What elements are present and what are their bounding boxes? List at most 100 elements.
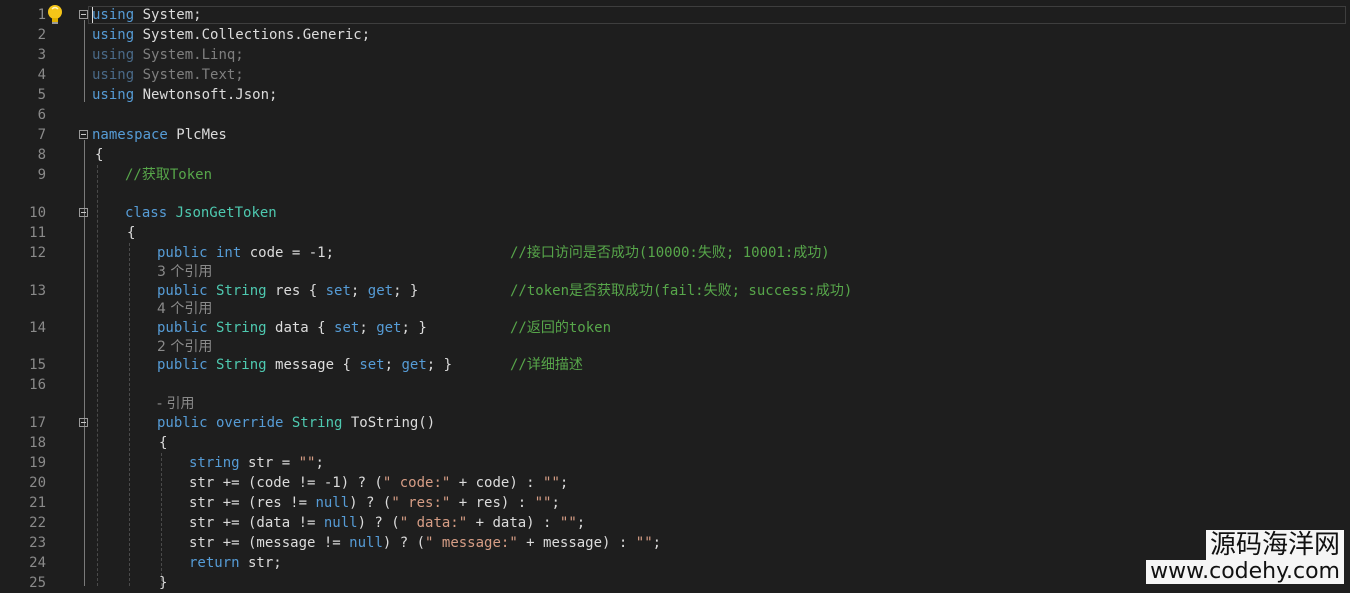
keyword: set	[325, 283, 351, 299]
keyword: null	[323, 515, 358, 531]
string-literal: " code:"	[382, 475, 451, 491]
keyword: get	[401, 357, 427, 373]
code-text: Newtonsoft.Json;	[134, 87, 278, 103]
keyword: override	[207, 415, 284, 431]
code-line-17[interactable]: public override String ToString()	[157, 413, 435, 433]
codelens-references[interactable]: 2 个引用	[157, 338, 212, 356]
code-text: str =	[239, 455, 299, 471]
code-text: str += (res !=	[189, 495, 316, 511]
line-number: 1	[37, 7, 46, 23]
line-number: 4	[37, 67, 46, 83]
line-number: 14	[29, 320, 46, 336]
code-line-20[interactable]: str += (code != -1) ? (" code:" + code) …	[189, 473, 568, 493]
line-number: 10	[29, 205, 46, 221]
keyword: public	[157, 415, 208, 431]
collapse-minus-icon[interactable]	[79, 130, 88, 139]
line-number: 18	[29, 435, 46, 451]
line-number: 23	[29, 535, 46, 551]
line-number: 16	[29, 377, 46, 393]
keyword: int	[207, 245, 242, 261]
code-line-8[interactable]: {	[95, 145, 103, 165]
code-line-10[interactable]: class JsonGetToken	[125, 203, 277, 223]
keyword: using	[92, 7, 135, 23]
code-text: + code) :	[450, 475, 544, 491]
code-line-25[interactable]: }	[159, 573, 167, 593]
code-text: ;	[384, 357, 402, 373]
collapse-minus-icon[interactable]	[79, 418, 88, 427]
code-text: + message) :	[517, 535, 636, 551]
code-text: {	[300, 283, 326, 299]
keyword: public	[157, 283, 208, 299]
code-text: System.Collections.Generic;	[134, 27, 371, 43]
code-line-12[interactable]: public int code = -1;	[157, 243, 334, 263]
code-line-4[interactable]: using System.Text;	[92, 65, 244, 85]
line-number: 6	[37, 107, 46, 123]
line-number: 11	[29, 225, 46, 241]
code-line-24[interactable]: return str;	[189, 553, 282, 573]
lightbulb-icon[interactable]	[46, 4, 64, 26]
code-line-23[interactable]: str += (message != null) ? (" message:" …	[189, 533, 661, 553]
code-text: System.Linq;	[134, 47, 244, 63]
line-number: 25	[29, 575, 46, 591]
string-literal: " data:"	[399, 515, 468, 531]
watermark-url: www.codehy.com	[1146, 560, 1344, 584]
keyword: get	[367, 283, 394, 299]
code-line-5[interactable]: using Newtonsoft.Json;	[92, 85, 277, 105]
keyword: return	[189, 555, 240, 571]
code-text: {	[334, 357, 360, 373]
code-text: PlcMes	[167, 127, 227, 143]
keyword: using	[92, 87, 135, 103]
code-line-1[interactable]: using System;	[92, 5, 202, 25]
code-text: System.Text;	[134, 67, 244, 83]
code-text: ;	[559, 475, 569, 491]
keyword: namespace	[92, 127, 168, 143]
keyword: public	[157, 320, 208, 336]
current-line-highlight	[88, 6, 1346, 24]
code-text: ;	[576, 515, 586, 531]
code-line-22[interactable]: str += (data != null) ? (" data:" + data…	[189, 513, 585, 533]
code-line-19[interactable]: string str = "";	[189, 453, 324, 473]
string-literal: " res:"	[391, 495, 451, 511]
collapse-minus-icon[interactable]	[79, 208, 88, 217]
line-number: 15	[29, 357, 46, 373]
code-text: str;	[239, 555, 282, 571]
line-number: 13	[29, 283, 46, 299]
property-name: message	[266, 357, 335, 373]
codelens-references[interactable]: 3 个引用	[157, 263, 212, 281]
line-number: 3	[37, 47, 46, 63]
code-text: ;	[551, 495, 560, 511]
code-line-18[interactable]: {	[159, 433, 167, 453]
code-line-15[interactable]: public String message { set; get; }	[157, 355, 452, 375]
code-line-14[interactable]: public String data { set; get; }	[157, 318, 427, 338]
line-number: 21	[29, 495, 46, 511]
type: String	[207, 320, 267, 336]
indent-guide	[97, 165, 98, 586]
codelens-references[interactable]: 4 个引用	[157, 300, 212, 318]
type: String	[283, 415, 343, 431]
code-text: ;	[350, 283, 368, 299]
type: String	[207, 283, 267, 299]
code-line-7[interactable]: namespace PlcMes	[92, 125, 227, 145]
indent-guide	[129, 243, 130, 586]
code-text: ;	[652, 535, 662, 551]
collapse-minus-icon[interactable]	[79, 10, 88, 19]
code-editor[interactable]: 1 2 3 4 5 6 7 8 9 10 11 12 13 14 15 16 1…	[0, 0, 1350, 591]
code-line-3[interactable]: using System.Linq;	[92, 45, 244, 65]
code-line-2[interactable]: using System.Collections.Generic;	[92, 25, 370, 45]
line-number: 5	[37, 87, 46, 103]
codelens-references[interactable]: - 引用	[157, 395, 195, 413]
code-line-21[interactable]: str += (res != null) ? (" res:" + res) :…	[189, 493, 560, 513]
code-text: ; }	[393, 283, 419, 299]
code-line-13[interactable]: public String res { set; get; }	[157, 281, 418, 301]
keyword: set	[359, 357, 385, 373]
line-number: 2	[37, 27, 46, 43]
keyword: string	[189, 455, 240, 471]
code-line-11[interactable]: {	[127, 223, 135, 243]
indent-guide	[161, 453, 162, 586]
code-text: ToString()	[342, 415, 436, 431]
line-number: 22	[29, 515, 46, 531]
line-number: 12	[29, 245, 46, 261]
comment: //返回的token	[510, 320, 612, 336]
line-number: 20	[29, 475, 46, 491]
code-line-9[interactable]: //获取Token	[125, 165, 212, 185]
